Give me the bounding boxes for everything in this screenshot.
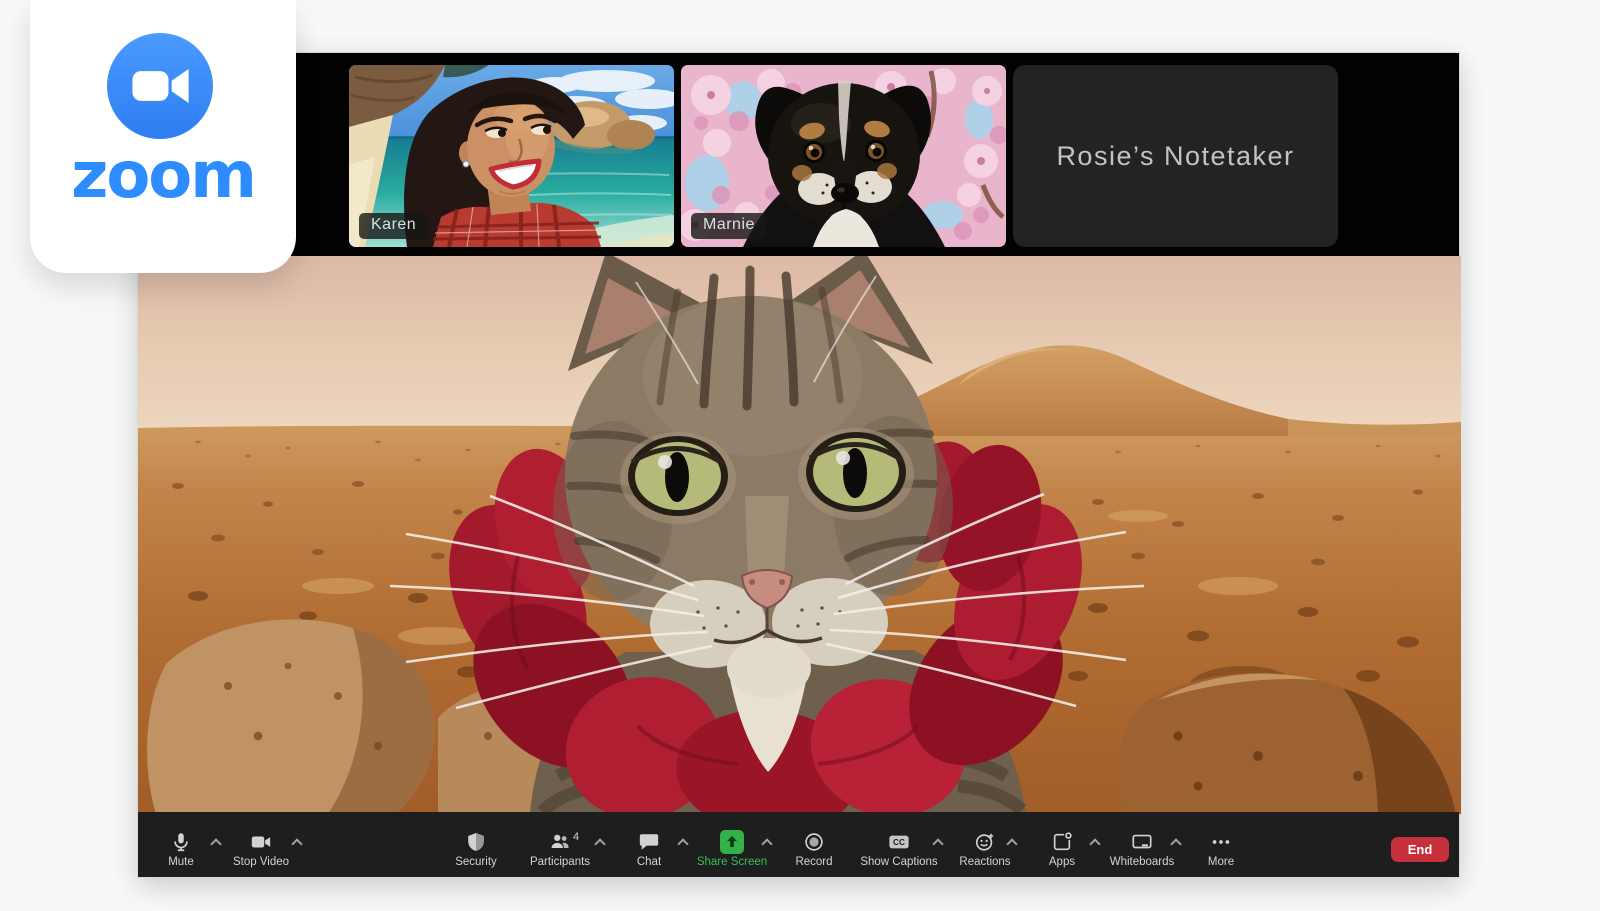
security-button[interactable]: Security [430, 812, 522, 877]
participant-name: Marnie [703, 216, 755, 233]
share-screen-icon [720, 829, 744, 855]
zoom-meeting-window: Karen [137, 52, 1460, 878]
captions-icon: CC [888, 829, 910, 855]
more-icon [1210, 829, 1232, 855]
show-captions-button[interactable]: CC Show Captions [853, 812, 945, 877]
show-captions-label: Show Captions [860, 856, 937, 868]
stop-video-label: Stop Video [233, 856, 289, 868]
svg-text:CC: CC [893, 838, 905, 847]
apps-icon [1051, 829, 1073, 855]
record-icon [803, 829, 825, 855]
mars-background-art [138, 256, 1461, 814]
record-label: Record [795, 856, 832, 868]
meeting-toolbar: Mute Stop Video Security Parti [138, 812, 1459, 877]
video-tile-strip: Karen [138, 53, 1459, 256]
zoom-camera-icon [107, 33, 213, 139]
participant-name: Karen [371, 216, 416, 233]
chat-label: Chat [637, 856, 661, 868]
participant-tile-marnie[interactable]: Marnie [681, 65, 1006, 247]
record-button[interactable]: Record [768, 812, 860, 877]
name-tag-marnie: Marnie [691, 213, 767, 239]
reactions-label: Reactions [959, 856, 1010, 868]
participant-tile-rosie-notetaker[interactable]: Rosie’s Notetaker [1013, 65, 1338, 247]
more-label: More [1208, 856, 1234, 868]
more-button[interactable]: More [1175, 812, 1267, 877]
participant-tile-karen[interactable]: Karen [349, 65, 674, 247]
zoom-wordmark: zoom [30, 144, 296, 208]
main-video-stage [138, 256, 1461, 814]
mute-label: Mute [168, 856, 194, 868]
apps-label: Apps [1049, 856, 1075, 868]
end-meeting-button[interactable]: End [1391, 837, 1449, 862]
marnie-dog [743, 81, 945, 247]
share-screen-label: Share Screen [697, 856, 767, 868]
chat-bubble-icon [638, 829, 660, 855]
shield-icon [465, 829, 487, 855]
participants-button[interactable]: Participants 4 [514, 812, 606, 877]
security-label: Security [455, 856, 497, 868]
whiteboards-label: Whiteboards [1110, 856, 1175, 868]
whiteboard-icon [1131, 829, 1153, 855]
name-tag-karen: Karen [359, 213, 428, 239]
page-background: Karen [0, 0, 1600, 911]
video-camera-icon [250, 829, 272, 855]
reactions-icon [974, 829, 996, 855]
zoom-logo-card: zoom [30, 0, 296, 273]
participant-name: Rosie’s Notetaker [1056, 141, 1294, 172]
participants-label: Participants [530, 856, 590, 868]
participants-count: 4 [573, 831, 579, 843]
microphone-icon [170, 829, 192, 855]
participants-icon [549, 829, 571, 855]
earring [463, 161, 469, 167]
